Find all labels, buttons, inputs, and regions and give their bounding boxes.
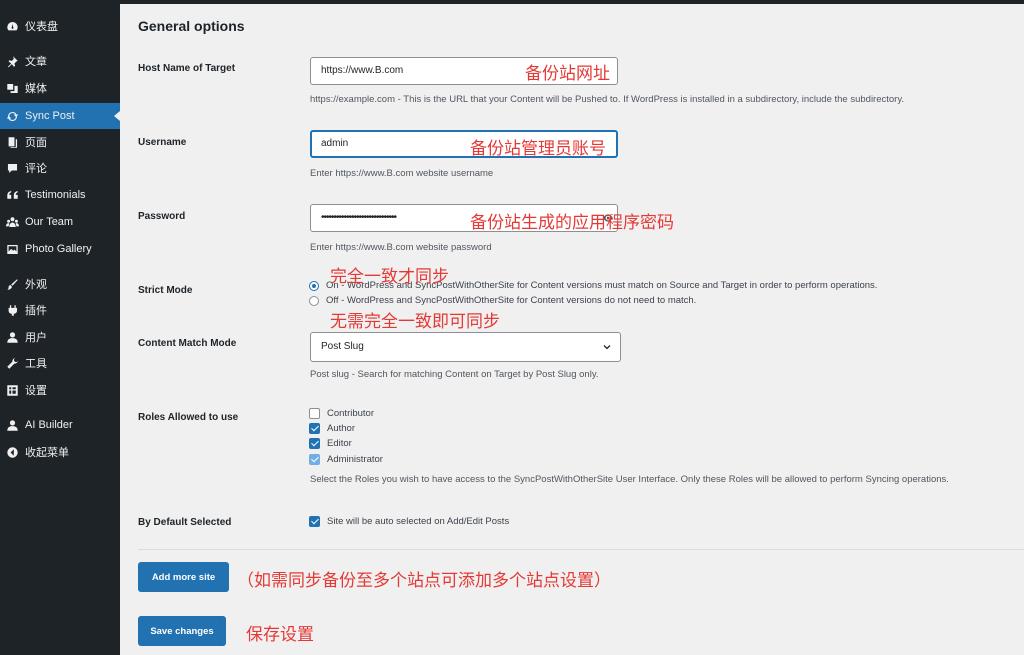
sidebar-item-label: 外观 (25, 279, 47, 291)
wrench-icon (5, 356, 19, 370)
sidebar-item-appearance[interactable]: 外观 (0, 271, 120, 297)
annotation-host: 备份站网址 (525, 64, 610, 84)
sidebar-item-tools[interactable]: 工具 (0, 350, 120, 376)
password-label: Password (138, 211, 186, 222)
settings-icon (5, 383, 19, 397)
host-label: Host Name of Target (138, 63, 236, 74)
pin-icon (5, 54, 19, 68)
radio-off[interactable] (309, 295, 319, 306)
sidebar-item-our-team[interactable]: Our Team (0, 209, 120, 235)
sidebar-item-media[interactable]: 媒体 (0, 75, 120, 101)
role-text: Administrator (327, 454, 383, 465)
content-match-select[interactable]: Post Slug (310, 332, 621, 362)
sidebar-item-label: Photo Gallery (25, 243, 92, 255)
content-match-label: Content Match Mode (138, 338, 237, 349)
role-text: Contributor (327, 408, 374, 419)
username-label: Username (138, 137, 187, 148)
strict-mode-off[interactable]: Off - WordPress and SyncPostWithOtherSit… (309, 295, 696, 306)
main-content: General options Host Name of Target http… (120, 0, 1024, 655)
role-text: Editor (327, 438, 352, 449)
sidebar-item-label: Our Team (25, 216, 74, 228)
annotation-username: 备份站管理员账号 (470, 139, 606, 159)
roles-label: Roles Allowed to use (138, 412, 239, 423)
role-author[interactable]: Author (309, 423, 355, 434)
sidebar-item-label: 仪表盘 (25, 21, 58, 33)
page-title: General options (138, 18, 245, 34)
sync-icon (5, 109, 19, 123)
checkbox[interactable] (309, 516, 320, 527)
save-changes-button[interactable]: Save changes (138, 616, 226, 646)
content-match-value: Post Slug (321, 341, 364, 352)
sidebar-item-label: 插件 (25, 305, 47, 317)
sidebar-item-pages[interactable]: 页面 (0, 129, 120, 155)
chevron-down-icon (603, 345, 611, 350)
checkbox[interactable] (309, 408, 320, 419)
sidebar-item-label: 页面 (25, 137, 47, 149)
add-more-site-button[interactable]: Add more site (138, 562, 229, 592)
divider (138, 549, 1024, 550)
role-administrator: Administrator (309, 454, 383, 465)
admin-sidebar: 仪表盘 文章 媒体 Sync Post 页面 评论 Testimonials O… (0, 0, 120, 655)
sidebar-item-label: 收起菜单 (25, 447, 69, 459)
plugin-icon (5, 303, 19, 317)
sidebar-item-label: 评论 (25, 163, 47, 175)
collapse-icon (5, 445, 19, 459)
sidebar-item-label: Testimonials (25, 189, 86, 201)
quote-icon (5, 188, 19, 202)
annotation-add-more: （如需同步备份至多个站点可添加多个站点设置） (237, 571, 611, 591)
sidebar-item-testimonials[interactable]: Testimonials (0, 182, 120, 208)
sidebar-item-label: 文章 (25, 56, 47, 68)
default-selected-text: Site will be auto selected on Add/Edit P… (327, 516, 510, 527)
sidebar-item-plugins[interactable]: 插件 (0, 297, 120, 323)
strict-mode-off-text: Off - WordPress and SyncPostWithOtherSit… (326, 295, 697, 306)
sidebar-item-label: 用户 (25, 332, 47, 344)
role-editor[interactable]: Editor (309, 438, 352, 449)
annotation-strict-off: 无需完全一致即可同步 (330, 312, 500, 332)
roles-description: Select the Roles you wish to have access… (310, 474, 949, 485)
sidebar-item-posts[interactable]: 文章 (0, 48, 120, 74)
strict-mode-label: Strict Mode (138, 285, 193, 296)
annotation-strict-on: 完全一致才同步 (330, 267, 449, 287)
radio-on[interactable] (309, 280, 319, 291)
user-icon (5, 330, 19, 344)
gallery-icon (5, 242, 19, 256)
sidebar-item-sync-post[interactable]: Sync Post (0, 103, 120, 129)
sidebar-item-photo-gallery[interactable]: Photo Gallery (0, 236, 120, 262)
checkbox[interactable] (309, 423, 320, 434)
sidebar-item-ai-builder[interactable]: AI Builder (0, 412, 120, 438)
annotation-save: 保存设置 (246, 625, 314, 645)
role-text: Author (327, 423, 355, 434)
sidebar-item-label: 设置 (25, 385, 47, 397)
sidebar-item-label: Sync Post (25, 110, 75, 122)
page-icon (5, 135, 19, 149)
annotation-password: 备份站生成的应用程序密码 (470, 213, 674, 233)
brush-icon (5, 277, 19, 291)
team-icon (5, 215, 19, 229)
sidebar-item-users[interactable]: 用户 (0, 324, 120, 350)
sidebar-item-comments[interactable]: 评论 (0, 155, 120, 181)
sidebar-item-label: AI Builder (25, 419, 73, 431)
username-description: Enter https://www.B.com website username (310, 168, 494, 179)
default-selected-label: By Default Selected (138, 517, 232, 528)
sidebar-item-label: 工具 (25, 358, 47, 370)
sidebar-item-dashboard[interactable]: 仪表盘 (0, 13, 120, 39)
host-description: https://example.com - This is the URL th… (310, 94, 905, 105)
user-icon (5, 418, 19, 432)
dashboard-icon (5, 19, 19, 33)
sidebar-item-label: 媒体 (25, 83, 47, 95)
default-selected-option[interactable]: Site will be auto selected on Add/Edit P… (309, 516, 509, 527)
admin-bar-edge (120, 0, 1024, 4)
role-contributor[interactable]: Contributor (309, 408, 374, 419)
sidebar-item-collapse[interactable]: 收起菜单 (0, 439, 120, 465)
content-match-description: Post slug - Search for matching Content … (310, 369, 599, 380)
checkbox[interactable] (309, 438, 320, 449)
password-description: Enter https://www.B.com website password (310, 242, 492, 253)
media-icon (5, 81, 19, 95)
checkbox (309, 454, 320, 465)
comment-icon (5, 161, 19, 175)
sidebar-item-settings[interactable]: 设置 (0, 377, 120, 403)
